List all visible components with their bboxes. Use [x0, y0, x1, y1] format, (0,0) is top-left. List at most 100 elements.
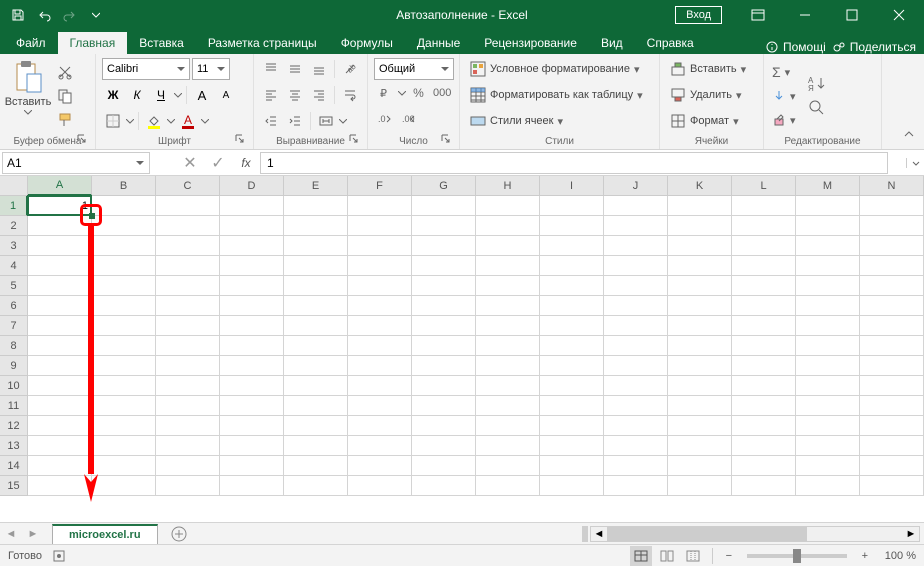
cell[interactable]: [220, 396, 284, 416]
row-header[interactable]: 1: [0, 196, 28, 216]
cell[interactable]: [540, 256, 604, 276]
decrease-indent-icon[interactable]: [260, 110, 282, 132]
cell[interactable]: [284, 336, 348, 356]
cell[interactable]: [348, 256, 412, 276]
cell[interactable]: [220, 216, 284, 236]
cell[interactable]: [156, 296, 220, 316]
cell[interactable]: [92, 336, 156, 356]
cell[interactable]: [668, 296, 732, 316]
cell[interactable]: [412, 356, 476, 376]
cell[interactable]: [796, 236, 860, 256]
zoom-in-button[interactable]: +: [857, 550, 873, 562]
font-color-icon[interactable]: A: [177, 110, 199, 132]
cell[interactable]: [604, 296, 668, 316]
cell[interactable]: [348, 236, 412, 256]
cell[interactable]: [540, 316, 604, 336]
name-box[interactable]: A1: [2, 152, 150, 174]
cell[interactable]: [348, 316, 412, 336]
cell[interactable]: [476, 416, 540, 436]
cell[interactable]: [732, 356, 796, 376]
cell[interactable]: [348, 436, 412, 456]
cell[interactable]: [668, 356, 732, 376]
cell[interactable]: [28, 336, 92, 356]
cell[interactable]: [220, 296, 284, 316]
cell[interactable]: [796, 436, 860, 456]
cell[interactable]: [412, 256, 476, 276]
zoom-out-button[interactable]: −: [721, 550, 737, 562]
cell[interactable]: [348, 476, 412, 496]
cell[interactable]: [732, 216, 796, 236]
font-size-combo[interactable]: 11: [192, 58, 230, 80]
row-header[interactable]: 3: [0, 236, 28, 256]
cell[interactable]: [604, 476, 668, 496]
format-cells-button[interactable]: Формат▾: [666, 110, 757, 132]
autosum-button[interactable]: Σ▾: [770, 61, 798, 83]
cell[interactable]: [668, 216, 732, 236]
cell[interactable]: [476, 256, 540, 276]
cell[interactable]: [92, 416, 156, 436]
row-header[interactable]: 4: [0, 256, 28, 276]
cell[interactable]: [92, 436, 156, 456]
align-left-icon[interactable]: [260, 84, 282, 106]
cell[interactable]: [732, 336, 796, 356]
qat-customize-icon[interactable]: [84, 3, 108, 27]
tab-home[interactable]: Главная: [58, 32, 128, 54]
cell[interactable]: [668, 316, 732, 336]
italic-button[interactable]: К: [126, 84, 148, 106]
cell[interactable]: [860, 276, 924, 296]
formula-input[interactable]: 1: [260, 152, 888, 174]
collapse-ribbon-icon[interactable]: [902, 127, 920, 145]
row-header[interactable]: 12: [0, 416, 28, 436]
cell[interactable]: [732, 456, 796, 476]
cell[interactable]: [412, 316, 476, 336]
cell[interactable]: [668, 196, 732, 216]
decrease-font-icon[interactable]: A: [215, 84, 237, 106]
cell[interactable]: [668, 416, 732, 436]
cell[interactable]: [604, 456, 668, 476]
cell[interactable]: [156, 436, 220, 456]
cell[interactable]: [156, 216, 220, 236]
cell[interactable]: [348, 276, 412, 296]
cell[interactable]: [412, 196, 476, 216]
cell[interactable]: [860, 476, 924, 496]
row-header[interactable]: 8: [0, 336, 28, 356]
tab-data[interactable]: Данные: [405, 32, 472, 54]
macro-record-icon[interactable]: [52, 549, 66, 563]
cell[interactable]: [220, 336, 284, 356]
cell[interactable]: [28, 416, 92, 436]
cell[interactable]: [220, 256, 284, 276]
tab-view[interactable]: Вид: [589, 32, 635, 54]
cell[interactable]: [668, 376, 732, 396]
column-header[interactable]: I: [540, 176, 604, 196]
cell[interactable]: [92, 236, 156, 256]
cell[interactable]: [860, 256, 924, 276]
cell[interactable]: [220, 276, 284, 296]
cell[interactable]: [604, 396, 668, 416]
cell[interactable]: [476, 336, 540, 356]
align-middle-icon[interactable]: [284, 58, 306, 80]
tab-page-layout[interactable]: Разметка страницы: [196, 32, 329, 54]
cell[interactable]: [540, 396, 604, 416]
cell[interactable]: [28, 356, 92, 376]
tab-formulas[interactable]: Формулы: [329, 32, 405, 54]
cell[interactable]: [668, 456, 732, 476]
cell[interactable]: [156, 196, 220, 216]
cell[interactable]: [604, 416, 668, 436]
column-header[interactable]: D: [220, 176, 284, 196]
number-format-combo[interactable]: Общий: [374, 58, 454, 80]
cell[interactable]: [732, 196, 796, 216]
cell[interactable]: [92, 376, 156, 396]
insert-function-icon[interactable]: fx: [232, 152, 260, 174]
cell[interactable]: [156, 316, 220, 336]
cell[interactable]: [860, 316, 924, 336]
cell[interactable]: [476, 376, 540, 396]
cell[interactable]: [796, 356, 860, 376]
font-dialog-launcher[interactable]: [235, 134, 247, 146]
find-select-icon[interactable]: [802, 97, 832, 119]
cell[interactable]: [28, 276, 92, 296]
cell[interactable]: [284, 196, 348, 216]
cell[interactable]: [284, 356, 348, 376]
cell[interactable]: [348, 416, 412, 436]
cell[interactable]: [220, 376, 284, 396]
cell[interactable]: [796, 336, 860, 356]
